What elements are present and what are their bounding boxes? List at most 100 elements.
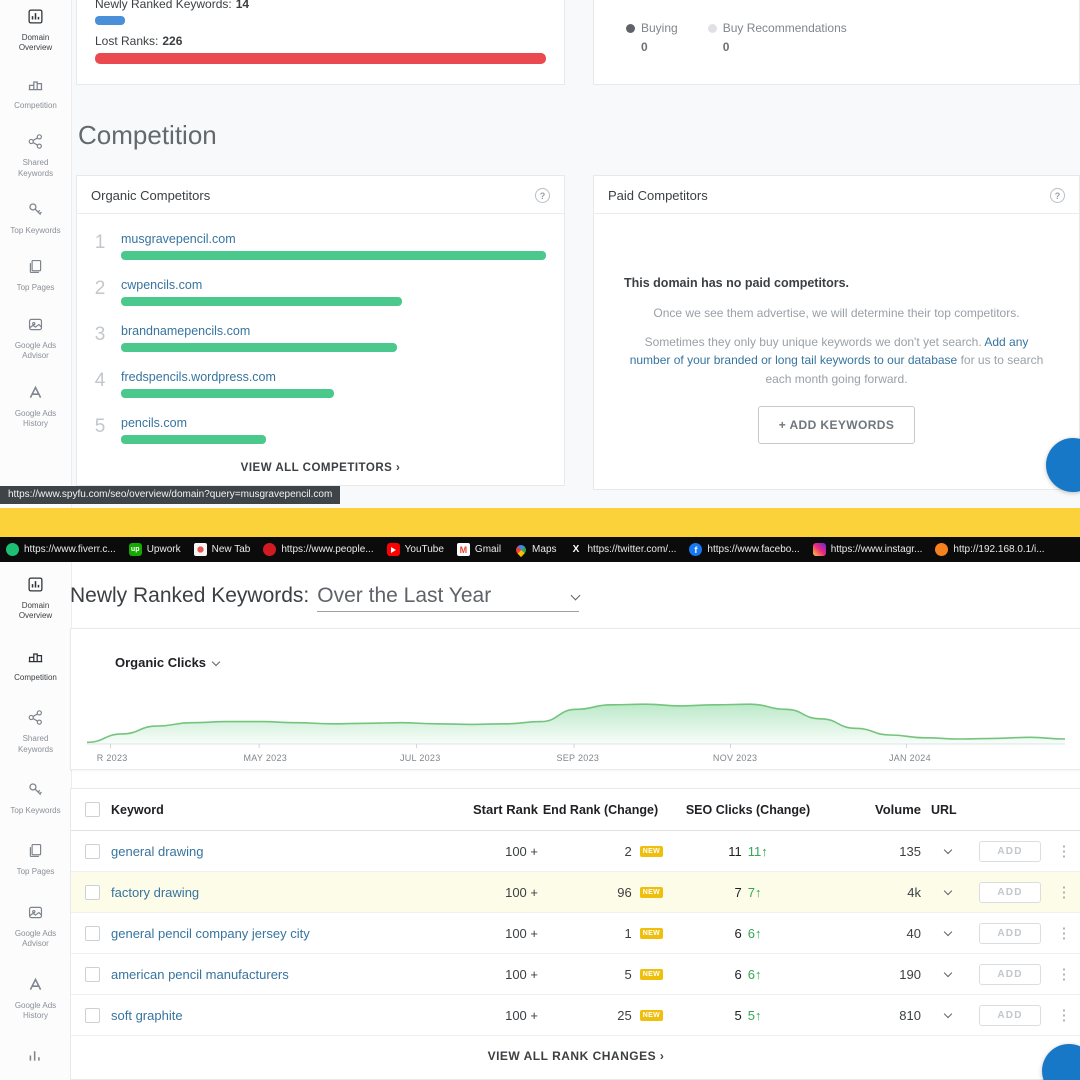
competitor-row: 2 cwpencils.com	[89, 268, 546, 314]
help-icon[interactable]: ?	[1050, 188, 1065, 203]
keyword-link[interactable]: soft graphite	[111, 1008, 411, 1023]
row-checkbox[interactable]	[85, 925, 100, 941]
volume-expand-chevron[interactable]	[921, 968, 975, 978]
sidebar-item-competition[interactable]: Competition	[0, 76, 71, 111]
add-keyword-button[interactable]: ADD	[979, 881, 1041, 903]
gmail-icon: M	[456, 543, 470, 556]
chevron-down-icon	[570, 590, 581, 600]
table-row: factory drawing 100 + 96 NEW 7 7↑ 4k ADD ⋮	[71, 872, 1080, 913]
buy-recommendations-dot	[707, 23, 717, 33]
x-logo-icon: X	[572, 544, 580, 555]
chart-x-axis: R 2023 MAY 2023 JUL 2023 SEP 2023 NOV 20…	[96, 753, 931, 763]
facebook-icon: f	[689, 543, 703, 556]
ppc-legend-panel: Buying 0 Buy Recommendations 0	[593, 0, 1080, 85]
bookmark-people[interactable]: https://www.people...	[263, 543, 374, 556]
volume-expand-chevron[interactable]	[921, 927, 975, 937]
paid-suggestion-text: Sometimes they only buy unique keywords …	[629, 334, 1044, 386]
new-badge: NEW	[639, 886, 663, 898]
new-tab-icon	[193, 543, 207, 556]
row-checkbox[interactable]	[85, 843, 100, 859]
volume-expand-chevron[interactable]	[921, 845, 975, 855]
volume-expand-chevron[interactable]	[921, 1009, 975, 1019]
view-all-rank-changes-link[interactable]: VIEW ALL RANK CHANGES ›	[71, 1049, 1080, 1063]
legend-buy-recommendations: Buy Recommendations 0	[707, 21, 847, 84]
sidebar-item-shared-keywords[interactable]: Shared Keywords	[0, 133, 71, 179]
competitor-row: 1 musgravepencil.com	[89, 222, 546, 268]
bookmark-gmail[interactable]: M Gmail	[456, 543, 501, 556]
sidebar-item-google-ads-history[interactable]: Google Ads History	[0, 976, 71, 1022]
bookmark-twitter[interactable]: Xhttps://twitter.com/...	[570, 543, 677, 556]
bookmark-router[interactable]: http://192.168.0.1/i...	[935, 543, 1045, 556]
share-nodes-icon	[27, 709, 44, 731]
row-menu-kebab[interactable]: ⋮	[1045, 1006, 1080, 1024]
organic-clicks-chart	[87, 703, 1065, 748]
sidebar-item-top-keywords[interactable]: Top Keywords	[0, 201, 71, 236]
bookmark-youtube[interactable]: YouTube	[386, 543, 444, 556]
sidebar-item-top-pages[interactable]: Top Pages	[0, 842, 71, 877]
bookmark-instagram[interactable]: https://www.instagr...	[812, 543, 922, 556]
sidebar-item-domain-overview[interactable]: Domain Overview	[0, 8, 71, 54]
keywords-table-panel: Keyword Start Rank End Rank (Change) SEO…	[70, 788, 1080, 1080]
new-badge: NEW	[639, 845, 663, 857]
bar-chart-icon	[27, 1047, 44, 1069]
keyword-link[interactable]: factory drawing	[111, 885, 411, 900]
competitor-bar	[121, 343, 398, 352]
row-checkbox[interactable]	[85, 966, 100, 982]
row-menu-kebab[interactable]: ⋮	[1045, 883, 1080, 901]
buy-recommendations-value: 0	[722, 40, 730, 54]
sidebar-item-top-pages[interactable]: Top Pages	[0, 258, 71, 293]
bookmark-upwork[interactable]: up Upwork	[128, 543, 181, 556]
add-keyword-button[interactable]: ADD	[979, 1004, 1041, 1026]
row-menu-kebab[interactable]: ⋮	[1045, 842, 1080, 860]
help-icon[interactable]: ?	[535, 188, 550, 203]
view-all-competitors-link[interactable]: VIEW ALL COMPETITORS ›	[77, 452, 564, 474]
sidebar-item-google-ads-advisor[interactable]: Google Ads Advisor	[0, 904, 71, 950]
lost-ranks-line: Lost Ranks: 226	[95, 34, 183, 48]
lost-ranks-bar	[95, 53, 546, 64]
add-keywords-button[interactable]: + ADD KEYWORDS	[757, 406, 916, 445]
sidebar-item-google-ads-history[interactable]: Google Ads History	[0, 384, 71, 430]
sidebar-item-partial[interactable]	[0, 1047, 71, 1069]
sidebar-item-shared-keywords[interactable]: Shared Keywords	[0, 709, 71, 755]
sidebar-item-competition[interactable]: Competition	[0, 648, 71, 683]
row-checkbox[interactable]	[85, 1007, 100, 1023]
competitor-link[interactable]: cwpencils.com	[121, 278, 202, 292]
competitor-link[interactable]: musgravepencil.com	[121, 232, 236, 246]
sidebar-item-domain-overview[interactable]: Domain Overview	[0, 576, 71, 622]
volume-expand-chevron[interactable]	[921, 886, 975, 896]
add-keyword-button[interactable]: ADD	[979, 922, 1041, 944]
keyword-link[interactable]: general pencil company jersey city	[111, 926, 411, 941]
keyword-link[interactable]: general drawing	[111, 844, 411, 859]
sidebar-item-google-ads-advisor[interactable]: Google Ads Advisor	[0, 316, 71, 362]
add-keyword-button[interactable]: ADD	[979, 840, 1041, 862]
competitor-link[interactable]: brandnamepencils.com	[121, 324, 250, 338]
competitor-link[interactable]: fredspencils.wordpress.com	[121, 370, 276, 384]
organic-competitors-title: Organic Competitors	[91, 188, 211, 203]
add-keyword-button[interactable]: ADD	[979, 963, 1041, 985]
bookmark-new-tab[interactable]: New Tab	[193, 543, 250, 556]
row-checkbox[interactable]	[85, 884, 100, 900]
organic-clicks-panel: Organic Clicks R 2023 MAY 2023 JUL 2023 …	[70, 628, 1080, 770]
timeframe-dropdown[interactable]: Over the Last Year	[317, 584, 581, 612]
keyword-link[interactable]: american pencil manufacturers	[111, 967, 411, 982]
sidebar-item-top-keywords[interactable]: Top Keywords	[0, 781, 71, 816]
paid-explanation-text: Once we see them advertise, we will dete…	[653, 306, 1020, 320]
clicks-change: 6↑	[747, 966, 762, 982]
select-all-checkbox[interactable]	[85, 802, 100, 817]
bookmark-maps[interactable]: Maps	[513, 542, 557, 557]
router-icon	[935, 543, 949, 556]
upwork-icon: up	[128, 543, 142, 556]
yellow-divider	[0, 508, 1080, 537]
organic-clicks-dropdown[interactable]: Organic Clicks	[115, 655, 221, 670]
share-nodes-icon	[27, 133, 44, 155]
row-menu-kebab[interactable]: ⋮	[1045, 965, 1080, 983]
table-row: american pencil manufacturers 100 + 5 NEW…	[71, 954, 1080, 995]
competitor-link[interactable]: pencils.com	[121, 416, 187, 430]
table-row: general pencil company jersey city 100 +…	[71, 913, 1080, 954]
image-icon	[27, 904, 44, 926]
paid-competitors-title: Paid Competitors	[608, 188, 708, 203]
bookmark-facebook[interactable]: f https://www.facebo...	[689, 543, 800, 556]
buying-value: 0	[641, 40, 648, 54]
bookmark-fiverr[interactable]: https://www.fiverr.c...	[6, 543, 116, 556]
row-menu-kebab[interactable]: ⋮	[1045, 924, 1080, 942]
